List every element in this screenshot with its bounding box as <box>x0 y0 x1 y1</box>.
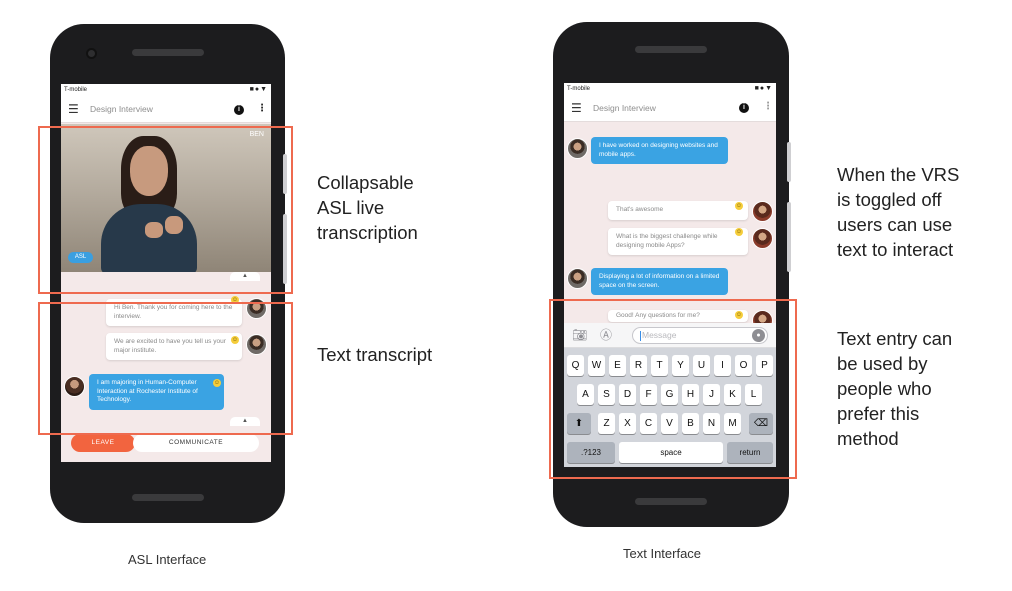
annotation-asl: Collapsable ASL live transcription <box>317 172 418 243</box>
status-icons: ■●▼ <box>754 85 773 92</box>
chat-message: I have worked on designing websites and … <box>591 137 728 164</box>
top-speaker <box>131 49 204 56</box>
emoji-reaction-icon[interactable]: ☺ <box>735 202 743 210</box>
caption-text-interface: Text Interface <box>623 546 702 561</box>
volume-button <box>787 202 791 272</box>
hamburger-icon[interactable]: ☰ <box>571 102 582 114</box>
annotation-text-entry: Text entry can be used by people who pre… <box>837 328 953 449</box>
highlight-text-transcript <box>38 302 293 435</box>
avatar <box>752 201 773 222</box>
info-icon[interactable]: i <box>739 103 749 113</box>
avatar <box>567 268 588 289</box>
top-speaker <box>635 46 707 53</box>
app-bar: ☰ Design Interview i ⋮ <box>564 95 776 122</box>
page-title: Design Interview <box>90 104 153 114</box>
more-vert-icon[interactable]: ⋮ <box>257 104 267 114</box>
communicate-button[interactable]: COMMUNICATE <box>133 434 259 452</box>
avatar <box>752 228 773 249</box>
chat-message: Displaying a lot of information on a lim… <box>591 268 728 295</box>
chat-message: That's awesome <box>608 201 748 220</box>
status-bar: T-mobile ■●▼ <box>61 84 271 96</box>
highlight-asl-video <box>38 126 293 294</box>
status-bar: T-mobile ■●▼ <box>564 83 776 95</box>
chat-message: What is the biggest challenge while desi… <box>608 228 748 255</box>
annotation-vrs: When the VRS is toggled off users can us… <box>837 164 960 260</box>
annotation-text-transcript: Text transcript <box>317 344 433 365</box>
bottom-speaker <box>635 498 707 505</box>
carrier-label: T-mobile <box>64 87 88 93</box>
info-icon[interactable]: i <box>234 105 244 115</box>
app-bar: ☰ Design Interview i ⋮ <box>61 96 271 123</box>
leave-button[interactable]: LEAVE <box>71 434 135 452</box>
page-title: Design Interview <box>593 103 656 113</box>
emoji-reaction-icon[interactable]: ☺ <box>735 228 743 236</box>
bottom-speaker <box>131 494 204 501</box>
avatar <box>567 138 588 159</box>
highlight-keyboard <box>549 299 797 479</box>
hamburger-icon[interactable]: ☰ <box>68 103 79 115</box>
caption-asl-interface: ASL Interface <box>128 552 207 567</box>
power-button <box>787 142 791 182</box>
more-vert-icon[interactable]: ⋮ <box>763 102 773 112</box>
status-icons: ■●▼ <box>249 86 268 93</box>
front-camera <box>86 48 97 59</box>
carrier-label: T-mobile <box>567 86 591 92</box>
